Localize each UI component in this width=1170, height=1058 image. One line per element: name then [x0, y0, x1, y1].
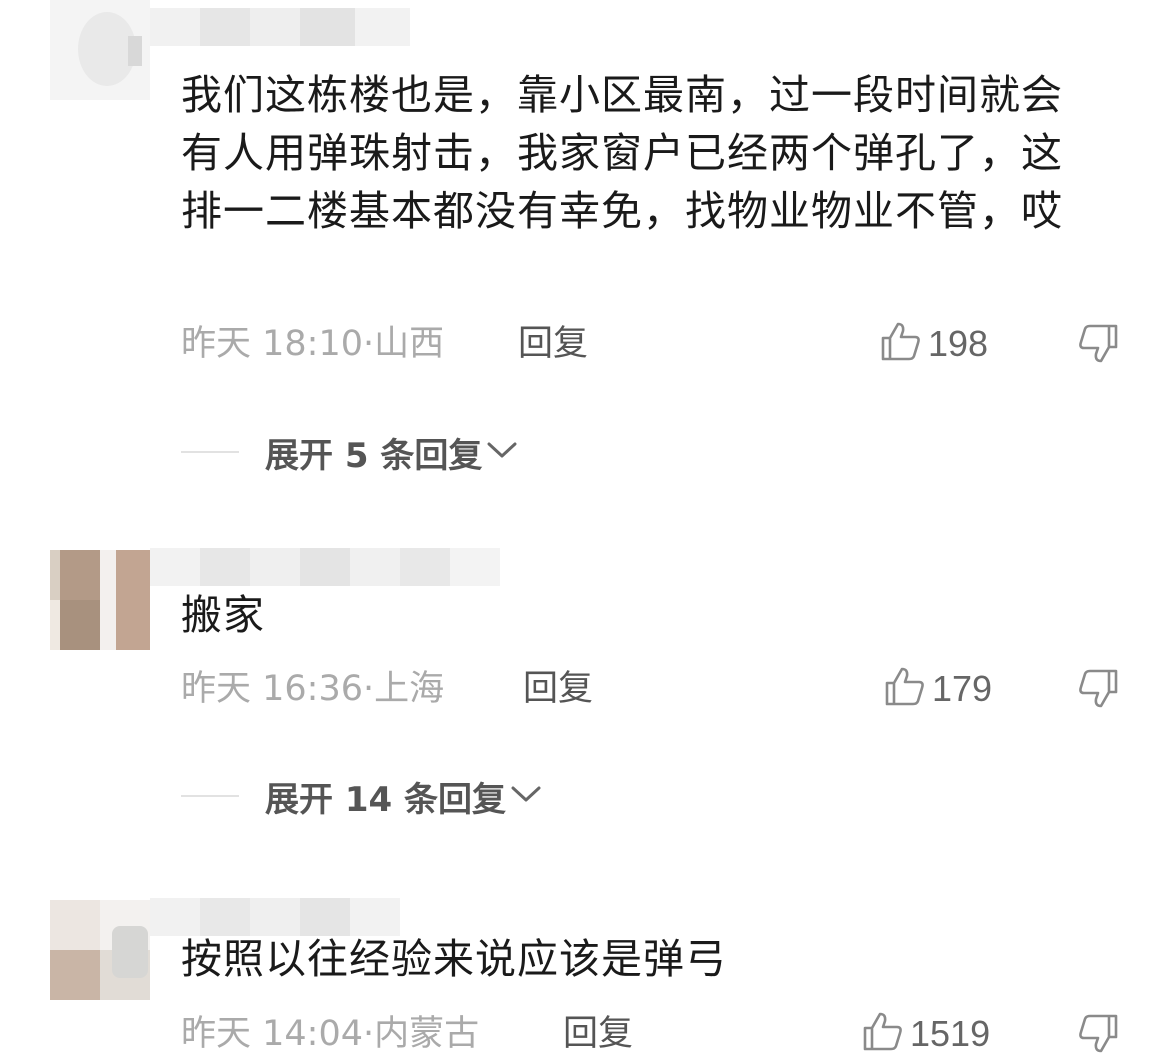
- avatar[interactable]: [50, 900, 150, 1000]
- comment-meta: 昨天 14:04·内蒙古: [181, 1012, 479, 1056]
- avatar[interactable]: [50, 0, 150, 100]
- comment-meta: 昨天 16:36·上海: [181, 667, 444, 711]
- comment-text: 搬家: [181, 591, 265, 639]
- dislike-button[interactable]: [1077, 322, 1121, 366]
- chevron-down-icon: [486, 439, 518, 465]
- reply-button[interactable]: 回复: [523, 667, 593, 711]
- thumbs-down-icon: [1077, 669, 1119, 713]
- like-button[interactable]: 198: [880, 322, 988, 366]
- comment-text: 我们这栋楼也是，靠小区最南，过一段时间就会有人用弹珠射击，我家窗户已经两个弹孔了…: [181, 71, 1063, 235]
- like-count: 1519: [910, 1013, 991, 1054]
- reply-button[interactable]: 回复: [563, 1012, 633, 1056]
- thumbs-up-icon: [880, 321, 922, 367]
- thumbs-up-icon: [862, 1011, 904, 1057]
- like-button[interactable]: 179: [884, 667, 992, 711]
- meta-separator: ·: [363, 1014, 375, 1054]
- comment-time: 昨天 18:10: [181, 324, 363, 364]
- expand-replies-label: 展开 5 条回复: [265, 435, 483, 476]
- avatar[interactable]: [50, 550, 150, 650]
- expand-replies-button[interactable]: 展开 5 条回复: [181, 430, 518, 476]
- like-button[interactable]: 1519: [862, 1012, 990, 1056]
- divider-line: [181, 795, 239, 797]
- meta-separator: ·: [363, 324, 375, 364]
- comment-time: 昨天 16:36: [181, 669, 363, 709]
- thumbs-up-icon: [884, 666, 926, 712]
- expand-replies-button[interactable]: 展开 14 条回复: [181, 774, 542, 820]
- comment-text: 按照以往经验来说应该是弹弓: [181, 935, 727, 983]
- comment-location: 内蒙古: [374, 1014, 480, 1054]
- dislike-button[interactable]: [1077, 667, 1121, 711]
- comment-time: 昨天 14:04: [181, 1014, 363, 1054]
- thumbs-down-icon: [1077, 1014, 1119, 1058]
- comment-location: 上海: [374, 669, 445, 709]
- like-count: 198: [928, 323, 989, 364]
- username-mosaic[interactable]: [150, 8, 410, 46]
- expand-replies-label: 展开 14 条回复: [265, 779, 506, 820]
- reply-button[interactable]: 回复: [518, 322, 588, 366]
- username-mosaic[interactable]: [150, 548, 500, 586]
- divider-line: [181, 451, 239, 453]
- comment-location: 山西: [374, 324, 445, 364]
- thumbs-down-icon: [1077, 324, 1119, 368]
- chevron-down-icon: [510, 783, 542, 809]
- dislike-button[interactable]: [1077, 1012, 1121, 1056]
- comment-meta: 昨天 18:10·山西: [181, 322, 444, 366]
- like-count: 179: [932, 668, 993, 709]
- meta-separator: ·: [363, 669, 375, 709]
